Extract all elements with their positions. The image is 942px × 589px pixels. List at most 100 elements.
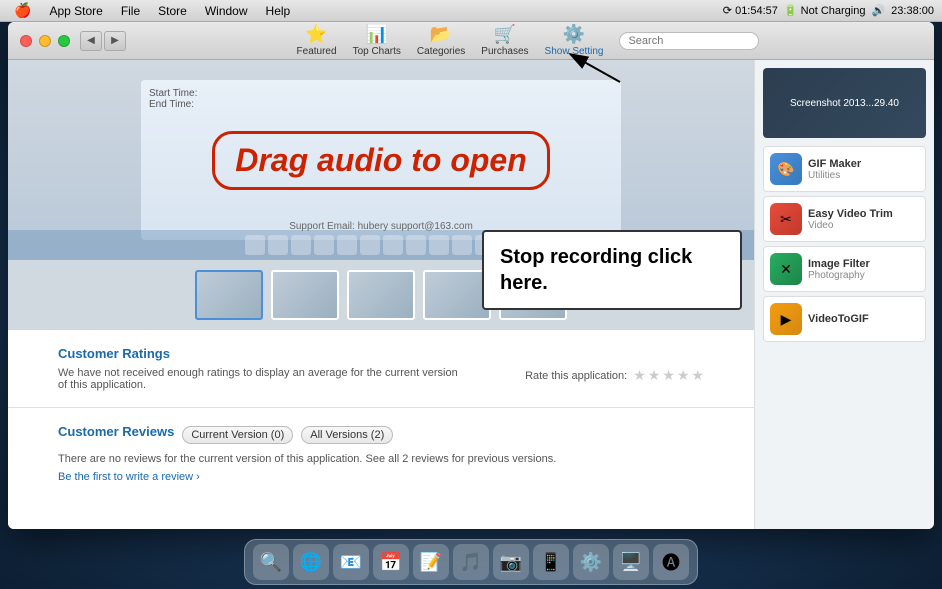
star-2[interactable]: ★ — [648, 367, 661, 384]
battery-status: 🔋 Not Charging — [784, 4, 866, 17]
categories-icon: 📂 — [430, 24, 452, 45]
drag-area[interactable]: Start Time: End Time: Drag audio to open… — [141, 80, 621, 240]
top-charts-tab[interactable]: 📊 Top Charts — [353, 24, 401, 57]
dock-app-finder[interactable]: 🔍 — [253, 544, 289, 580]
easy-video-trim-name: Easy Video Trim — [808, 208, 919, 220]
reviews-header: Customer Reviews Current Version (0) All… — [58, 424, 704, 445]
dock-icon-5 — [337, 235, 357, 255]
purchases-tab[interactable]: 🛒 Purchases — [481, 24, 528, 57]
store-setting-tab[interactable]: ⚙️ Show Setting — [545, 24, 604, 57]
image-filter-name: Image Filter — [808, 258, 919, 270]
dock-app-itunes[interactable]: 🎵 — [453, 544, 489, 580]
annotation-text: Stop recording click here. — [500, 246, 692, 294]
gif-maker-icon: 🎨 — [770, 153, 802, 185]
easy-video-trim-category: Video — [808, 220, 919, 231]
dock-icon-6 — [360, 235, 380, 255]
rate-app-label: Rate this application: — [525, 370, 627, 382]
drag-audio-text: Drag audio to open — [212, 131, 550, 190]
videotogif-name: VideoToGIF — [808, 313, 919, 325]
dock-app-safari[interactable]: 🌐 — [293, 544, 329, 580]
featured-icon: ⭐ — [305, 24, 327, 45]
dock-app-mail[interactable]: 📧 — [333, 544, 369, 580]
menu-bar: 🍎 App Store File Store Window Help ⟳ 01:… — [0, 0, 942, 22]
dock-app-terminal[interactable]: 🖥️ — [613, 544, 649, 580]
dock-app-photos[interactable]: 📷 — [493, 544, 529, 580]
image-filter-category: Photography — [808, 270, 919, 281]
menu-store[interactable]: Store — [150, 2, 195, 20]
dock-icon-2 — [268, 235, 288, 255]
all-versions-button[interactable]: All Versions (2) — [301, 426, 393, 444]
categories-tab[interactable]: 📂 Categories — [417, 24, 465, 57]
star-3[interactable]: ★ — [662, 367, 675, 384]
ratings-title: Customer Ratings — [58, 346, 704, 361]
system-time: 23:38:00 — [891, 5, 934, 17]
toolbar: ⭐ Featured 📊 Top Charts 📂 Categories 🛒 P… — [134, 24, 922, 57]
top-charts-label: Top Charts — [353, 46, 401, 57]
menu-appstore[interactable]: App Store — [41, 2, 110, 20]
volume-icon[interactable]: 🔊 — [871, 4, 885, 17]
minimize-button[interactable] — [39, 35, 51, 47]
sidebar-app-easy-video-trim[interactable]: ✂ Easy Video Trim Video — [763, 196, 926, 242]
current-version-button[interactable]: Current Version (0) — [182, 426, 293, 444]
content-area: Start Time: End Time: Drag audio to open… — [8, 60, 934, 529]
dock-app-phone[interactable]: 📱 — [533, 544, 569, 580]
dock-app-appstore[interactable]: 🅐 — [653, 544, 689, 580]
app-store-window: ◀ ▶ ⭐ Featured 📊 Top Charts 📂 Categories… — [8, 22, 934, 529]
sidebar-screenshot-label: Screenshot 2013...29.40 — [790, 98, 899, 109]
ratings-description: We have not received enough ratings to d… — [58, 367, 458, 391]
apple-menu[interactable]: 🍎 — [6, 2, 39, 19]
thumbnail-3[interactable] — [347, 270, 415, 320]
no-reviews-text: There are no reviews for the current ver… — [58, 453, 704, 465]
reviews-section: Customer Reviews Current Version (0) All… — [8, 408, 754, 499]
sidebar-app-gif-maker[interactable]: 🎨 GIF Maker Utilities — [763, 146, 926, 192]
end-time-label: End Time: — [149, 99, 197, 110]
thumbnail-2[interactable] — [271, 270, 339, 320]
dock-app-calendar[interactable]: 📅 — [373, 544, 409, 580]
menu-help[interactable]: Help — [258, 2, 299, 20]
write-review-link[interactable]: Be the first to write a review › — [58, 471, 704, 483]
store-setting-icon: ⚙️ — [563, 24, 585, 45]
videotogif-icon: ▶ — [770, 303, 802, 335]
dock-icon-1 — [245, 235, 265, 255]
star-1[interactable]: ★ — [633, 367, 646, 384]
back-button[interactable]: ◀ — [80, 31, 102, 51]
stars-container[interactable]: ★ ★ ★ ★ ★ — [633, 367, 704, 384]
top-charts-icon: 📊 — [366, 24, 388, 45]
menu-file[interactable]: File — [113, 2, 148, 20]
sidebar-screenshot: Screenshot 2013...29.40 — [763, 68, 926, 138]
dock-icon-7 — [383, 235, 403, 255]
forward-button[interactable]: ▶ — [104, 31, 126, 51]
menu-window[interactable]: Window — [197, 2, 256, 20]
easy-video-trim-info: Easy Video Trim Video — [808, 208, 919, 231]
star-5[interactable]: ★ — [691, 367, 704, 384]
annotation-box: Stop recording click here. — [482, 230, 742, 310]
image-filter-info: Image Filter Photography — [808, 258, 919, 281]
easy-video-trim-icon: ✂ — [770, 203, 802, 235]
featured-label: Featured — [297, 46, 337, 57]
star-4[interactable]: ★ — [677, 367, 690, 384]
dock-icon-9 — [429, 235, 449, 255]
thumbnail-1[interactable] — [195, 270, 263, 320]
right-sidebar: Screenshot 2013...29.40 🎨 GIF Maker Util… — [754, 60, 934, 529]
sidebar-app-image-filter[interactable]: ✕ Image Filter Photography — [763, 246, 926, 292]
dock-app-settings[interactable]: ⚙️ — [573, 544, 609, 580]
dock-app-notes[interactable]: 📝 — [413, 544, 449, 580]
search-input[interactable] — [619, 32, 759, 50]
purchases-icon: 🛒 — [494, 24, 516, 45]
store-setting-label: Show Setting — [545, 46, 604, 57]
rate-app: Rate this application: ★ ★ ★ ★ ★ — [525, 367, 704, 384]
time-fields: Start Time: End Time: — [149, 88, 197, 110]
traffic-lights — [20, 35, 70, 47]
purchases-label: Purchases — [481, 46, 528, 57]
close-button[interactable] — [20, 35, 32, 47]
dock-icon-3 — [291, 235, 311, 255]
thumbnail-4[interactable] — [423, 270, 491, 320]
gif-maker-name: GIF Maker — [808, 158, 919, 170]
title-bar: ◀ ▶ ⭐ Featured 📊 Top Charts 📂 Categories… — [8, 22, 934, 60]
maximize-button[interactable] — [58, 35, 70, 47]
featured-tab[interactable]: ⭐ Featured — [297, 24, 337, 57]
sidebar-app-videotogif[interactable]: ▶ VideoToGIF — [763, 296, 926, 342]
start-time-label: Start Time: — [149, 88, 197, 99]
dock-bar: 🔍 🌐 📧 📅 📝 🎵 📷 📱 ⚙️ 🖥️ 🅐 — [244, 539, 698, 585]
ratings-section: Customer Ratings We have not received en… — [8, 330, 754, 408]
